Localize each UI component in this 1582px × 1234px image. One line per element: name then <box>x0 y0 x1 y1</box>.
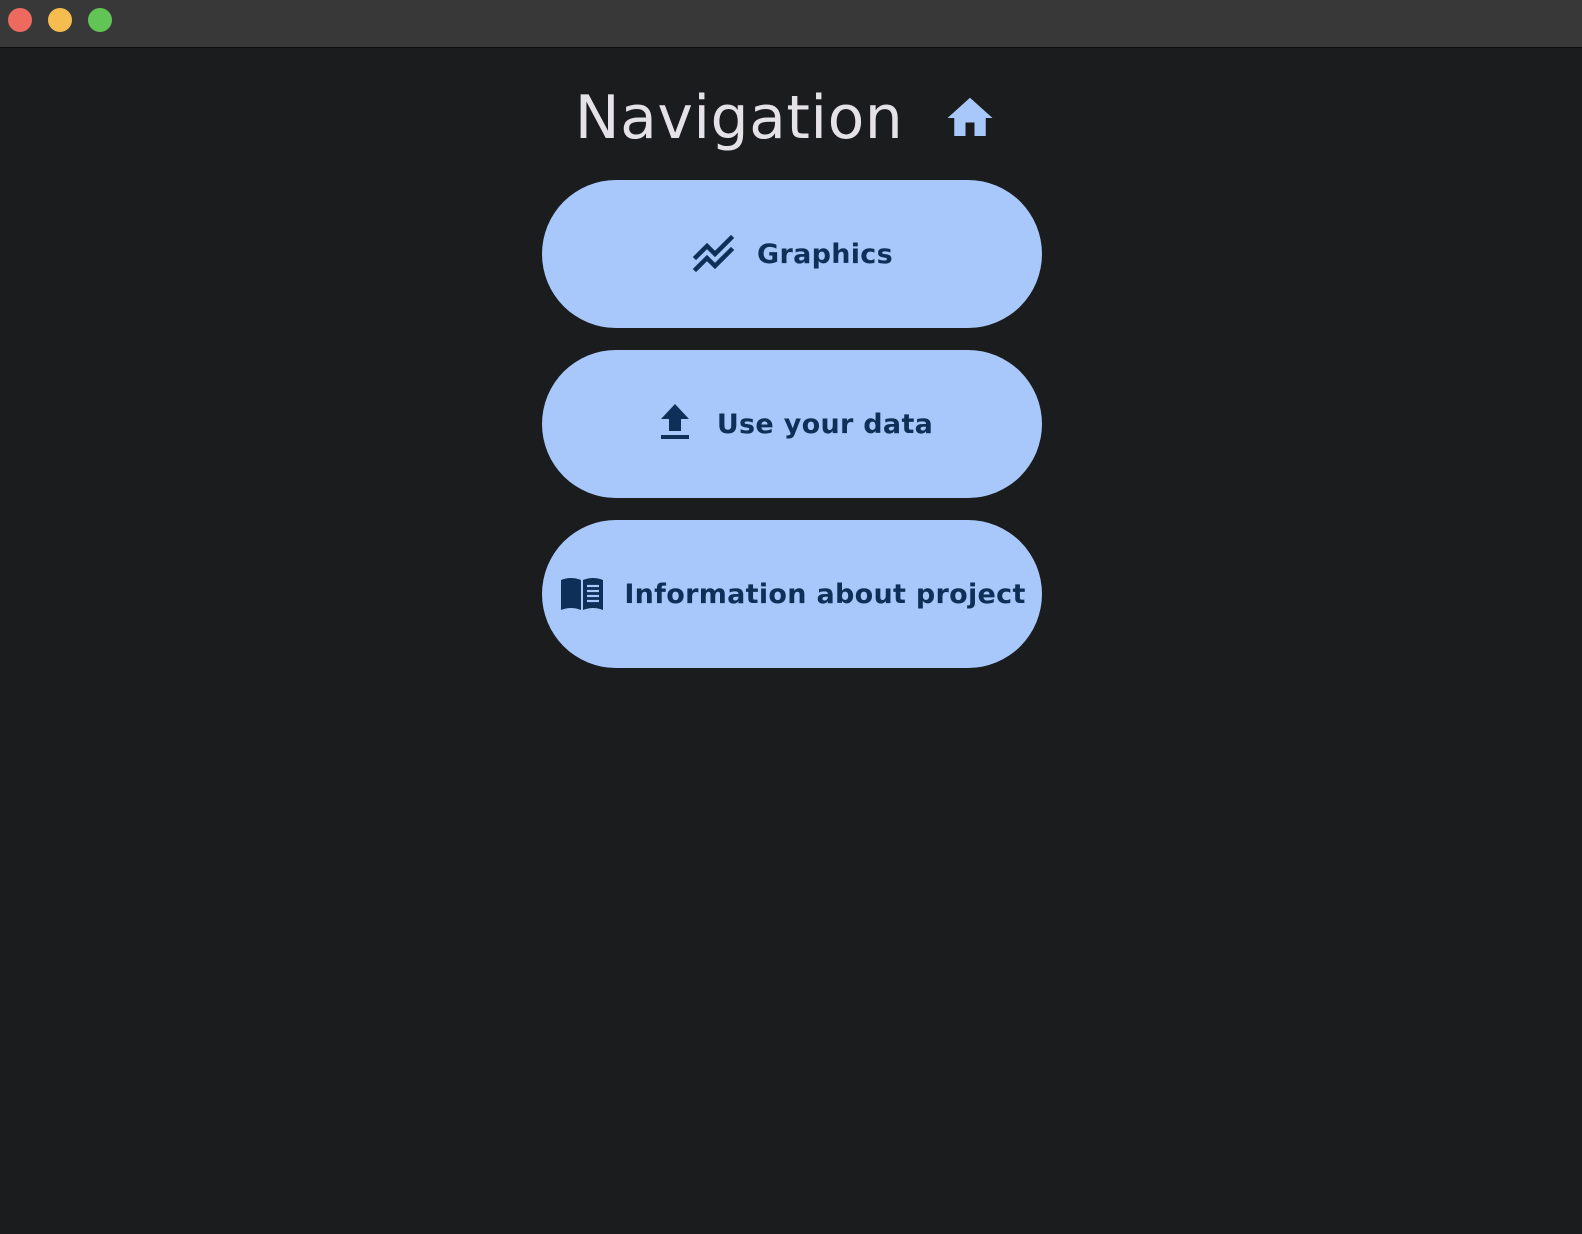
use-your-data-button[interactable]: Use your data <box>542 350 1042 498</box>
use-your-data-button-label: Use your data <box>716 408 934 440</box>
main-content: Navigation Graphics Use your data Inform… <box>0 48 1582 1234</box>
trending-chart-icon <box>691 230 739 278</box>
graphics-button-label: Graphics <box>757 238 893 270</box>
page-title: Navigation <box>574 83 904 153</box>
minimize-window-button[interactable] <box>48 8 72 32</box>
header-row: Navigation <box>575 88 998 148</box>
maximize-window-button[interactable] <box>88 8 112 32</box>
close-window-button[interactable] <box>8 8 32 32</box>
information-about-project-button-label: Information about project <box>624 578 1026 610</box>
graphics-button[interactable]: Graphics <box>542 180 1042 328</box>
information-about-project-button[interactable]: Information about project <box>542 520 1042 668</box>
book-icon <box>558 570 606 618</box>
page-header: Navigation <box>0 78 1582 158</box>
upload-icon <box>651 400 699 448</box>
window-titlebar <box>0 0 1582 48</box>
home-icon <box>943 91 997 145</box>
